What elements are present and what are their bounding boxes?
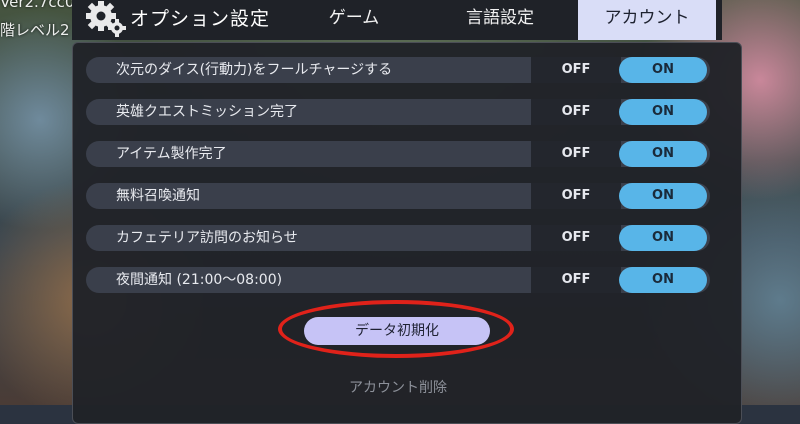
setting-row-hero-quest: 英雄クエストミッション完了 OFF ON [86, 99, 710, 125]
tab-account[interactable]: アカウント [578, 0, 716, 40]
setting-row-cafeteria: カフェテリア訪問のお知らせ OFF ON [86, 225, 710, 251]
toggle-off-button[interactable]: OFF [531, 225, 621, 251]
toggle-on-button[interactable]: ON [619, 267, 707, 293]
toggle-on-button[interactable]: ON [619, 57, 707, 83]
setting-label: 英雄クエストミッション完了 [116, 104, 298, 120]
toggle-off-button[interactable]: OFF [531, 267, 621, 293]
setting-label: カフェテリア訪問のお知らせ [116, 230, 298, 246]
toggle-off-button[interactable]: OFF [531, 57, 621, 83]
setting-label: アイテム製作完了 [116, 146, 227, 162]
gear-icon [86, 1, 126, 37]
delete-account-link[interactable]: アカウント削除 [300, 377, 496, 397]
toggle-off-button[interactable]: OFF [531, 99, 621, 125]
toggle-on-button[interactable]: ON [619, 183, 707, 209]
level-text: 階レベル2 [0, 21, 70, 39]
setting-label: 夜間通知 (21:00〜08:00) [116, 272, 283, 288]
toggle-on-button[interactable]: ON [619, 225, 707, 251]
toggle-off-button[interactable]: OFF [531, 141, 621, 167]
setting-row-item-craft: アイテム製作完了 OFF ON [86, 141, 710, 167]
setting-row-dice-charge: 次元のダイス(行動力)をフールチャージする OFF ON [86, 57, 710, 83]
reset-data-button[interactable]: データ初期化 [304, 317, 490, 345]
toggle-on-button[interactable]: ON [619, 99, 707, 125]
tab-game[interactable]: ゲーム [297, 0, 411, 40]
tab-language[interactable]: 言語設定 [435, 0, 565, 40]
setting-label: 無料召喚通知 [116, 188, 200, 204]
setting-label: 次元のダイス(行動力)をフールチャージする [116, 62, 393, 78]
setting-row-free-summon: 無料召喚通知 OFF ON [86, 183, 710, 209]
setting-row-night-notice: 夜間通知 (21:00〜08:00) OFF ON [86, 267, 710, 293]
toggle-on-button[interactable]: ON [619, 141, 707, 167]
page-title: オプション設定 [130, 8, 271, 30]
toggle-off-button[interactable]: OFF [531, 183, 621, 209]
